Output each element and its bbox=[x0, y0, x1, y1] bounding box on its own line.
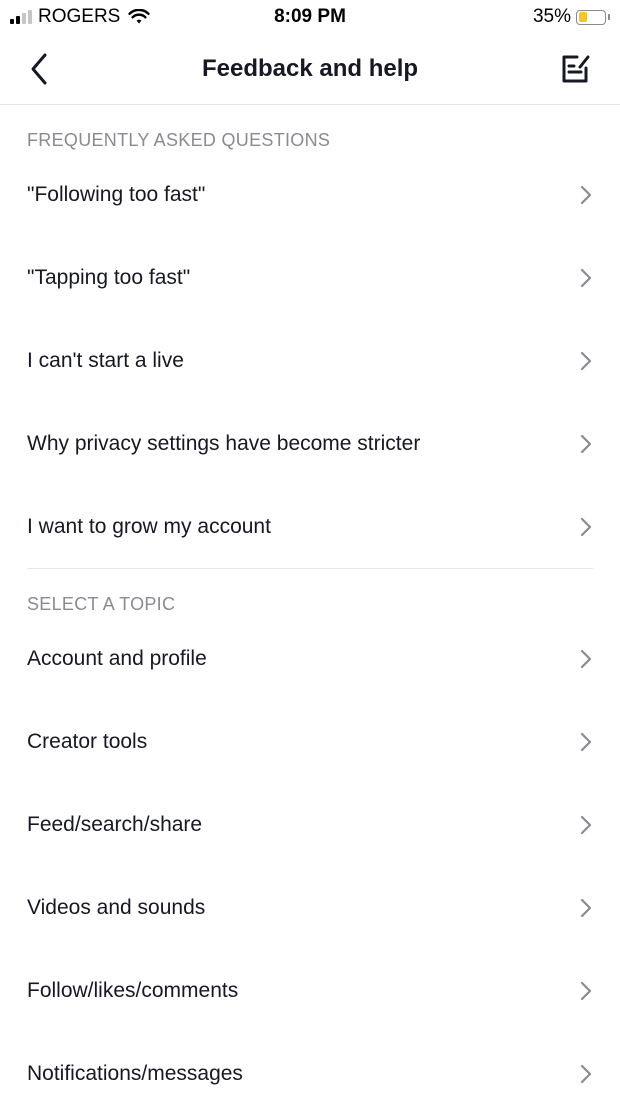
list-item-label: Creator tools bbox=[27, 729, 148, 753]
chevron-right-icon bbox=[578, 897, 594, 919]
topics-section-heading: SELECT A TOPIC bbox=[27, 594, 176, 614]
list-item-label: Videos and sounds bbox=[27, 895, 206, 919]
list-item-label: I can't start a live bbox=[27, 348, 184, 372]
report-edit-icon bbox=[562, 55, 590, 83]
list-item-label: Follow/likes/comments bbox=[27, 978, 239, 1002]
status-bar: ROGERS 8:09 PM 35% bbox=[0, 0, 620, 36]
battery-level-fill bbox=[578, 12, 588, 22]
list-item-label: "Following too fast" bbox=[27, 182, 206, 206]
faq-item[interactable]: Why privacy settings have become stricte… bbox=[0, 402, 620, 485]
battery-icon bbox=[576, 9, 606, 25]
report-problem-button[interactable] bbox=[558, 52, 592, 86]
help-content: FREQUENTLY ASKED QUESTIONS "Following to… bbox=[0, 105, 620, 1115]
chevron-right-icon bbox=[578, 980, 594, 1002]
battery-percent: 35% bbox=[532, 6, 571, 27]
chevron-right-icon bbox=[578, 648, 594, 670]
chevron-right-icon bbox=[578, 814, 594, 836]
topic-item[interactable]: Follow/likes/comments bbox=[0, 949, 620, 1032]
page-title: Feedback and help bbox=[201, 55, 419, 82]
faq-section: FREQUENTLY ASKED QUESTIONS "Following to… bbox=[0, 105, 620, 568]
list-item-label: Feed/search/share bbox=[27, 812, 203, 836]
chevron-right-icon bbox=[578, 184, 594, 206]
faq-list: "Following too fast" "Tapping too fast" … bbox=[0, 153, 620, 568]
clock: 8:09 PM bbox=[274, 6, 346, 27]
list-item-label: "Tapping too fast" bbox=[27, 265, 191, 289]
faq-item[interactable]: I want to grow my account bbox=[0, 485, 620, 568]
topics-list: Account and profile Creator tools Feed/s… bbox=[0, 617, 620, 1115]
topic-item[interactable]: Creator tools bbox=[0, 700, 620, 783]
list-item-label: Account and profile bbox=[27, 646, 207, 670]
navigation-header: Feedback and help bbox=[0, 36, 620, 105]
list-item-label: Notifications/messages bbox=[27, 1061, 243, 1085]
topics-section: SELECT A TOPIC Account and profile Creat… bbox=[0, 569, 620, 1115]
topic-item[interactable]: Feed/search/share bbox=[0, 783, 620, 866]
faq-item[interactable]: "Following too fast" bbox=[0, 153, 620, 236]
battery-cap bbox=[608, 14, 610, 20]
chevron-right-icon bbox=[578, 731, 594, 753]
chevron-right-icon bbox=[578, 516, 594, 538]
list-item-label: Why privacy settings have become stricte… bbox=[27, 431, 421, 455]
chevron-right-icon bbox=[578, 433, 594, 455]
faq-item[interactable]: I can't start a live bbox=[0, 319, 620, 402]
chevron-right-icon bbox=[578, 350, 594, 372]
chevron-right-icon bbox=[578, 267, 594, 289]
list-item-label: I want to grow my account bbox=[27, 514, 271, 538]
topic-item[interactable]: Account and profile bbox=[0, 617, 620, 700]
faq-section-heading: FREQUENTLY ASKED QUESTIONS bbox=[27, 130, 331, 150]
status-bar-right: 35% bbox=[533, 6, 610, 28]
faq-item[interactable]: "Tapping too fast" bbox=[0, 236, 620, 319]
chevron-right-icon bbox=[578, 1063, 594, 1085]
topic-item[interactable]: Videos and sounds bbox=[0, 866, 620, 949]
